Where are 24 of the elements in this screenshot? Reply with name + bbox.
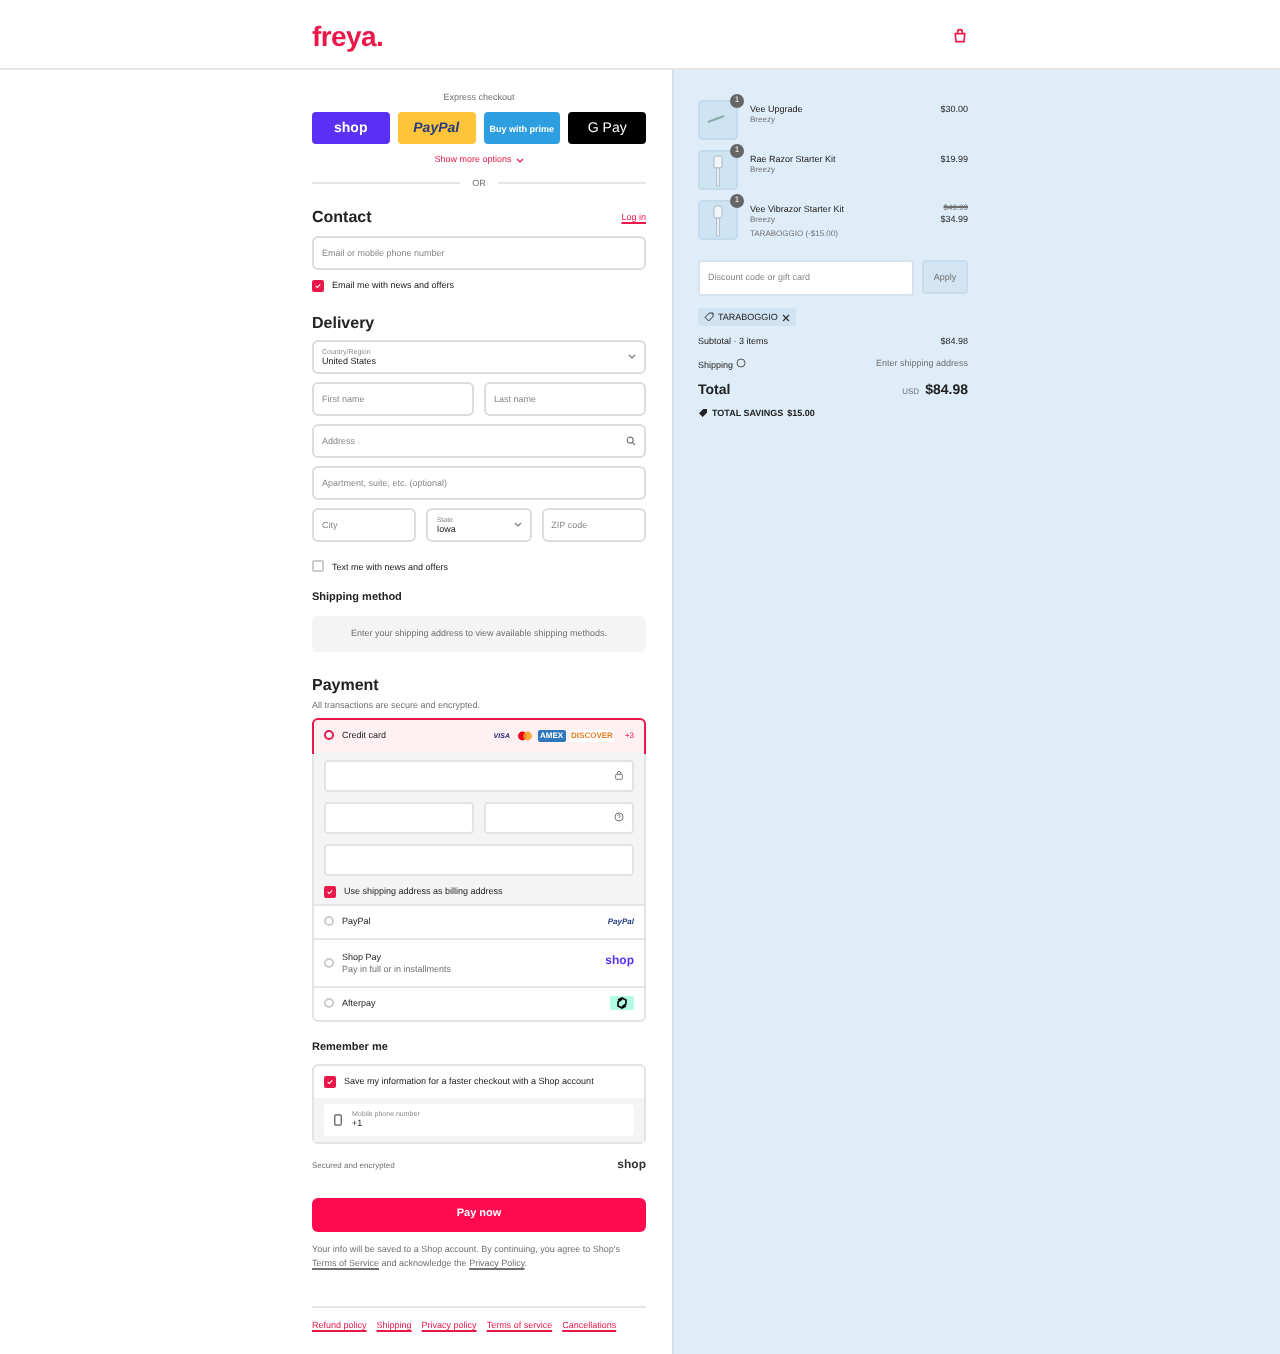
chevron-down-icon bbox=[513, 522, 522, 529]
checkbox[interactable] bbox=[312, 560, 324, 573]
expiry-field[interactable] bbox=[324, 801, 474, 834]
tag-icon bbox=[698, 407, 708, 418]
checkbox[interactable] bbox=[324, 1075, 336, 1088]
shopping-bag-icon[interactable] bbox=[952, 28, 968, 44]
logo[interactable]: freya. bbox=[312, 19, 384, 53]
lock-icon bbox=[614, 770, 624, 781]
phone-icon bbox=[334, 1113, 342, 1126]
checkbox[interactable] bbox=[312, 279, 324, 292]
chevron-down-icon bbox=[515, 157, 524, 164]
security-code-field[interactable] bbox=[484, 801, 634, 834]
section-heading: Delivery bbox=[312, 313, 377, 333]
card-number-field[interactable] bbox=[324, 759, 634, 792]
tag-icon bbox=[704, 312, 714, 323]
card-brand-icon bbox=[515, 729, 534, 742]
close-icon[interactable] bbox=[781, 313, 790, 322]
afterpay-logo-icon bbox=[610, 996, 634, 1011]
search-icon bbox=[626, 436, 636, 447]
name-on-card-field[interactable] bbox=[324, 843, 634, 876]
chevron-down-icon bbox=[628, 354, 636, 361]
section-heading: Payment bbox=[312, 675, 381, 696]
checkbox[interactable] bbox=[324, 885, 336, 898]
section-heading: Contact bbox=[312, 208, 372, 228]
